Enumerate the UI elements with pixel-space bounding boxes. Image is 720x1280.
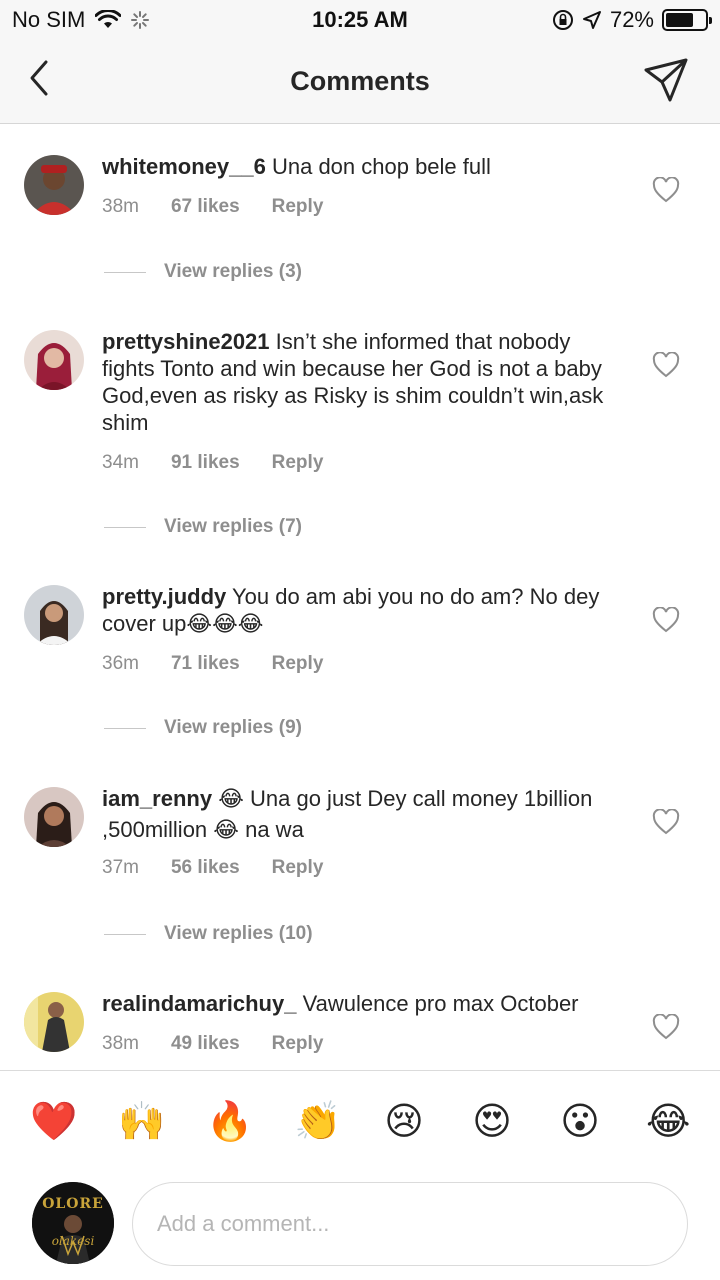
avatar[interactable] <box>24 787 84 847</box>
view-replies-button[interactable]: View replies (9) <box>104 717 302 739</box>
comment-body: prettyshine2021 Isn’t she informed that … <box>102 328 622 474</box>
comment-text: iam_renny 😂 Una go just Dey call money 1… <box>102 783 622 845</box>
comment-input[interactable] <box>132 1182 688 1266</box>
raising-hands-emoji-icon[interactable]: 🙌 <box>118 1099 165 1143</box>
crying-face-emoji-icon[interactable]: 😢 <box>382 1099 426 1143</box>
surprised-face-emoji-icon[interactable]: 😮 <box>558 1099 602 1143</box>
comment-likes[interactable]: 71 likes <box>171 653 240 675</box>
comment-time: 36m <box>102 653 139 674</box>
comment-text: realindamarichuy_ Vawulence pro max Octo… <box>102 990 622 1017</box>
comment-meta: 38m 49 likes Reply <box>102 1033 622 1055</box>
view-replies-button[interactable]: View replies (3) <box>104 261 302 283</box>
reply-button[interactable]: Reply <box>272 196 324 218</box>
location-arrow-icon <box>582 11 601 29</box>
view-replies-label: View replies (10) <box>164 923 313 944</box>
comment-time: 37m <box>102 857 139 878</box>
reply-button[interactable]: Reply <box>272 857 324 879</box>
clapping-hands-emoji-icon[interactable]: 👏 <box>294 1099 341 1143</box>
orientation-lock-icon <box>552 10 573 30</box>
comment-username[interactable]: realindamarichuy_ <box>102 991 296 1016</box>
avatar[interactable] <box>24 992 84 1052</box>
reply-button[interactable]: Reply <box>272 452 324 474</box>
navigation-bar: Comments <box>0 40 720 124</box>
comment-username[interactable]: prettyshine2021 <box>102 329 270 354</box>
comment-message: Una don chop bele full <box>271 154 491 179</box>
heart-icon[interactable] <box>652 607 680 633</box>
paper-plane-icon[interactable] <box>642 56 690 104</box>
divider <box>104 727 146 729</box>
comment-time: 38m <box>102 1033 139 1054</box>
avatar-illustration <box>32 1182 114 1264</box>
comments-list[interactable]: whitemoney__6 Una don chop bele full 38m… <box>0 125 720 1070</box>
comment-text: whitemoney__6 Una don chop bele full <box>102 153 622 180</box>
comment-username[interactable]: iam_renny <box>102 786 212 811</box>
battery-icon <box>662 9 712 31</box>
comment-time: 34m <box>102 452 139 473</box>
heart-icon[interactable] <box>652 809 680 835</box>
comment-likes[interactable]: 67 likes <box>171 196 240 218</box>
page-title: Comments <box>290 66 430 96</box>
comment-likes[interactable]: 49 likes <box>171 1033 240 1055</box>
heart-emoji-icon[interactable]: ❤️ <box>30 1099 77 1143</box>
comment-username[interactable]: whitemoney__6 <box>102 154 266 179</box>
view-replies-button[interactable]: View replies (10) <box>104 923 313 945</box>
divider <box>104 526 146 528</box>
comment-body: realindamarichuy_ Vawulence pro max Octo… <box>102 990 622 1055</box>
comment-message: Vawulence pro max October <box>302 991 579 1016</box>
view-replies-label: View replies (3) <box>164 261 302 282</box>
avatar[interactable] <box>24 585 84 645</box>
avatar[interactable] <box>24 155 84 215</box>
divider <box>104 271 146 273</box>
comment-time: 38m <box>102 196 139 217</box>
comment-text: pretty.juddy You do am abi you no do am?… <box>102 583 622 637</box>
heart-icon[interactable] <box>652 177 680 203</box>
avatar-logo-text: OLORE <box>42 1196 104 1212</box>
status-bar: No SIM 10:25 AM 72% <box>0 0 720 40</box>
battery-fill <box>666 13 694 27</box>
comment-meta: 37m 56 likes Reply <box>102 857 622 879</box>
heart-eyes-emoji-icon[interactable]: 😍 <box>470 1099 514 1143</box>
quick-reactions-bar: ❤️ 🙌 🔥 👏 😢 😍 😮 😂 <box>0 1070 720 1170</box>
comment-likes[interactable]: 91 likes <box>171 452 240 474</box>
avatar: OLORE olakesi <box>32 1182 114 1264</box>
battery-percent: 72% <box>609 7 654 32</box>
comment-body: pretty.juddy You do am abi you no do am?… <box>102 583 622 675</box>
status-right: 72% <box>544 7 712 33</box>
tears-of-joy-emoji-icon[interactable]: 😂 <box>646 1099 690 1143</box>
comment-composer: OLORE olakesi <box>0 1170 720 1280</box>
comment-meta: 34m 91 likes Reply <box>102 452 622 474</box>
comment-meta: 38m 67 likes Reply <box>102 196 622 218</box>
reply-button[interactable]: Reply <box>272 1033 324 1055</box>
heart-icon[interactable] <box>652 1014 680 1040</box>
view-replies-label: View replies (9) <box>164 717 302 738</box>
comment-body: iam_renny 😂 Una go just Dey call money 1… <box>102 783 622 879</box>
comment-text: prettyshine2021 Isn’t she informed that … <box>102 328 622 436</box>
comment-likes[interactable]: 56 likes <box>171 857 240 879</box>
comment-username[interactable]: pretty.juddy <box>102 584 226 609</box>
divider <box>104 933 146 935</box>
view-replies-button[interactable]: View replies (7) <box>104 516 302 538</box>
avatar-logo-subtext: olakesi <box>51 1234 95 1248</box>
fire-emoji-icon[interactable]: 🔥 <box>206 1099 253 1143</box>
view-replies-label: View replies (7) <box>164 516 302 537</box>
avatar[interactable] <box>24 330 84 390</box>
heart-icon[interactable] <box>652 352 680 378</box>
comment-body: whitemoney__6 Una don chop bele full 38m… <box>102 153 622 218</box>
comment-meta: 36m 71 likes Reply <box>102 653 622 675</box>
reply-button[interactable]: Reply <box>272 653 324 675</box>
